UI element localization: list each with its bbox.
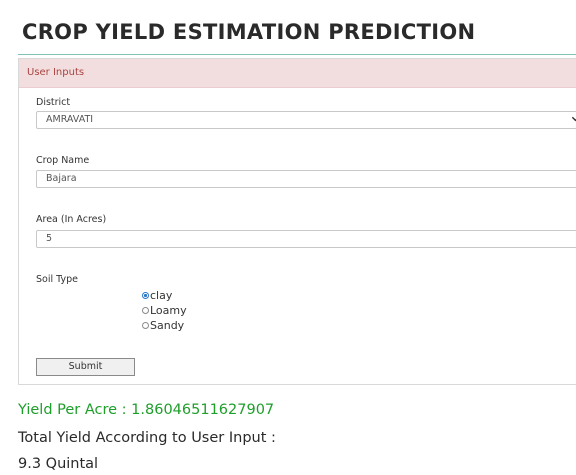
radio-selected-icon[interactable] <box>142 292 149 299</box>
radio-unselected-icon[interactable] <box>142 307 149 314</box>
area-label: Area (In Acres) <box>36 214 107 225</box>
submit-button[interactable]: Submit <box>36 358 135 376</box>
soil-option-clay[interactable]: clay <box>142 289 172 302</box>
soil-option-label: Loamy <box>150 304 187 317</box>
radio-unselected-icon[interactable] <box>142 322 149 329</box>
panel-heading: User Inputs <box>19 59 576 88</box>
page-title: CROP YIELD ESTIMATION PREDICTION <box>22 20 476 44</box>
chevron-down-icon <box>571 116 576 122</box>
soil-type-label: Soil Type <box>36 274 78 285</box>
crop-name-label: Crop Name <box>36 155 90 166</box>
total-yield-heading: Total Yield According to User Input : <box>18 430 276 446</box>
area-input[interactable]: 5 <box>36 230 576 248</box>
title-divider <box>18 54 576 55</box>
district-label: District <box>36 97 71 108</box>
crop-name-input[interactable]: Bajara <box>36 170 576 188</box>
total-yield-value: 9.3 Quintal <box>18 456 99 472</box>
district-select[interactable]: AMRAVATI <box>36 111 576 129</box>
soil-option-label: Sandy <box>150 319 185 332</box>
soil-option-loamy[interactable]: Loamy <box>142 304 187 317</box>
soil-option-sandy[interactable]: Sandy <box>142 319 184 332</box>
soil-option-label: clay <box>150 289 173 302</box>
yield-per-acre: Yield Per Acre : 1.86046511627907 <box>18 402 275 418</box>
user-inputs-panel: User Inputs District AMRAVATI Crop Name … <box>18 58 576 385</box>
page: CROP YIELD ESTIMATION PREDICTION User In… <box>0 0 576 475</box>
district-value: AMRAVATI <box>46 114 94 125</box>
